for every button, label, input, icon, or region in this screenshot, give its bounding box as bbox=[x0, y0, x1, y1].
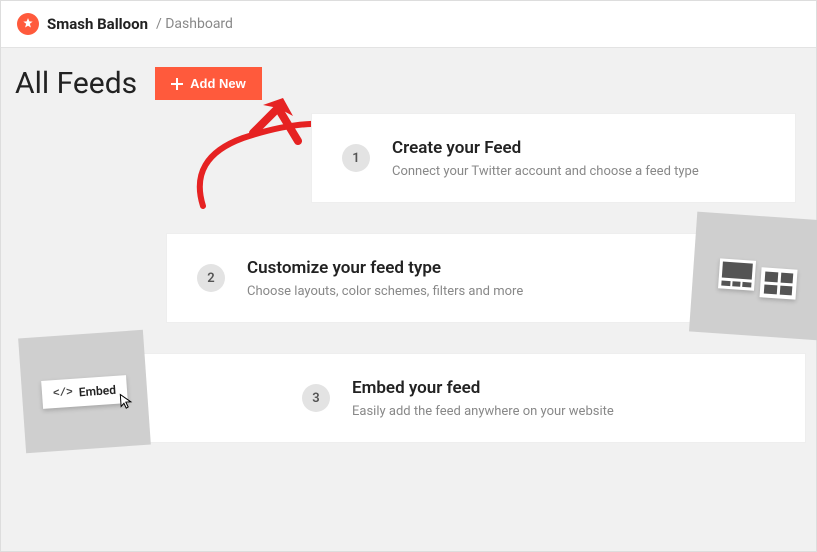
step-title: Embed your feed bbox=[352, 378, 614, 398]
step-card-customize: 2 Customize your feed type Choose layout… bbox=[166, 233, 806, 323]
breadcrumb: / Dashboard bbox=[156, 16, 233, 32]
add-new-label: Add New bbox=[190, 76, 246, 91]
step-number: 3 bbox=[302, 384, 330, 412]
layout-illustration-icon bbox=[689, 212, 817, 341]
brand-name: Smash Balloon bbox=[47, 15, 148, 33]
step-title: Customize your feed type bbox=[247, 258, 523, 278]
step-desc: Connect your Twitter account and choose … bbox=[392, 164, 699, 179]
cursor-icon bbox=[119, 392, 134, 413]
embed-chip-label: Embed bbox=[78, 382, 116, 399]
brand-logo-icon bbox=[17, 13, 39, 35]
plus-icon bbox=[171, 78, 183, 90]
step-title: Create your Feed bbox=[392, 138, 699, 158]
step-number: 2 bbox=[197, 264, 225, 292]
code-icon: </> bbox=[53, 386, 74, 399]
title-row: All Feeds Add New bbox=[1, 48, 816, 119]
step-card-create: 1 Create your Feed Connect your Twitter … bbox=[311, 113, 796, 203]
page-title: All Feeds bbox=[15, 66, 137, 101]
step-desc: Easily add the feed anywhere on your web… bbox=[352, 404, 614, 419]
embed-illustration-icon: </> Embed bbox=[18, 330, 151, 453]
header: Smash Balloon / Dashboard bbox=[1, 1, 816, 48]
step-number: 1 bbox=[342, 144, 370, 172]
step-card-embed: </> Embed 3 Embed your feed Easily add t… bbox=[141, 353, 806, 443]
step-desc: Choose layouts, color schemes, filters a… bbox=[247, 284, 523, 299]
add-new-button[interactable]: Add New bbox=[155, 67, 262, 100]
